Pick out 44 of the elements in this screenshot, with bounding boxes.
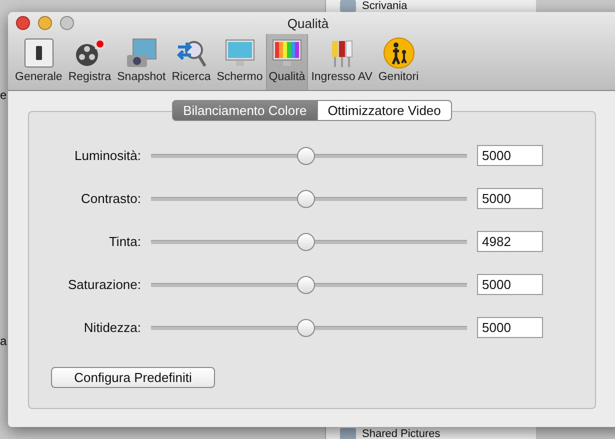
slider-label: Saturazione:	[67, 277, 141, 292]
background-text: a	[0, 334, 7, 348]
slider-thumb[interactable]	[296, 190, 315, 208]
value-field[interactable]: 5000	[477, 145, 543, 166]
switch-icon	[24, 38, 54, 68]
toolbar-item[interactable]: Snapshot	[114, 34, 169, 90]
minimize-button[interactable]	[38, 16, 52, 30]
value-field[interactable]: 5000	[477, 188, 543, 209]
search-icon	[176, 41, 207, 67]
slider-thumb[interactable]	[296, 276, 315, 294]
slider-label: Luminosità:	[74, 148, 141, 163]
folder-name: Scrivania	[362, 0, 408, 12]
camera-screen-icon	[127, 38, 157, 67]
window-title: Qualità	[287, 16, 329, 30]
monitor-icon	[225, 40, 254, 66]
tab[interactable]: Bilanciamento Colore	[172, 100, 318, 121]
zoom-button[interactable]	[60, 16, 74, 30]
toolbar-item[interactable]: Qualità	[266, 34, 308, 90]
configure-presets-button[interactable]: Configura Predefiniti	[51, 367, 215, 388]
slider-thumb[interactable]	[296, 146, 315, 164]
tab[interactable]: Ottimizzatore Video	[318, 100, 452, 121]
slider-thumb[interactable]	[296, 318, 315, 336]
cable-plugs-icon	[332, 40, 352, 68]
slider-label: Nitidezza:	[82, 320, 141, 335]
folder-name: Shared Pictures	[362, 428, 440, 439]
toolbar-item[interactable]: Ricerca	[168, 34, 214, 90]
background-text: e	[0, 88, 7, 102]
film-reel-icon	[76, 39, 105, 66]
value-field[interactable]: 5000	[477, 317, 543, 338]
value-field[interactable]: 4982	[477, 231, 543, 252]
toolbar-item[interactable]: Schermo	[214, 34, 266, 90]
close-button[interactable]	[16, 16, 30, 30]
value-field[interactable]: 5000	[477, 274, 543, 295]
toolbar-item[interactable]: Genitori	[375, 34, 422, 90]
folder-icon	[340, 0, 356, 12]
toolbar-item[interactable]: Ingresso AV	[308, 34, 376, 90]
slider-thumb[interactable]	[296, 232, 315, 250]
toolbar-item[interactable]: Registra	[65, 34, 114, 90]
color-bars-monitor-icon	[272, 40, 302, 66]
parent-child-icon	[383, 38, 414, 68]
slider-label: Tinta:	[108, 234, 141, 249]
folder-icon	[340, 428, 356, 439]
slider-label: Contrasto:	[80, 191, 141, 206]
toolbar-item[interactable]: Generale	[12, 34, 66, 90]
